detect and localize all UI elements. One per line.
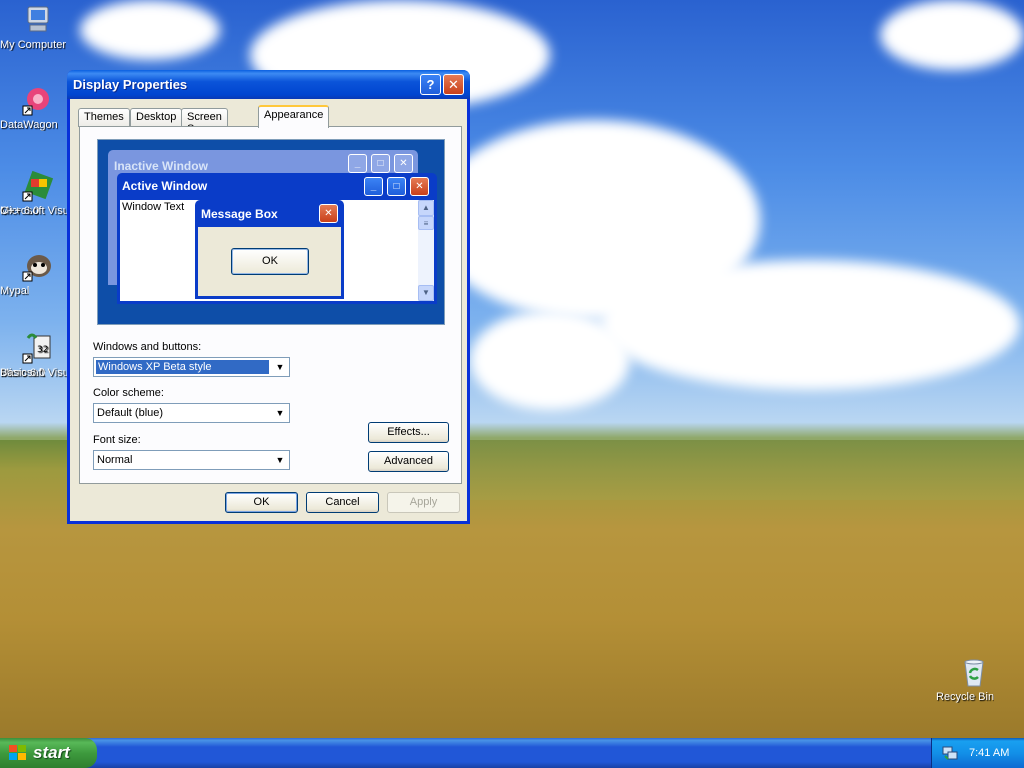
color-scheme-value: Default (blue): [97, 407, 164, 419]
maximize-icon: □: [371, 154, 390, 173]
desktop-icon-label: Basic 6.0: [0, 367, 46, 379]
window-text: Window Text: [122, 201, 185, 213]
cloud: [880, 0, 1024, 70]
window-title: Display Properties: [73, 77, 188, 92]
network-icon[interactable]: [942, 745, 958, 764]
minimize-icon: _: [364, 177, 383, 196]
desktop-icon-recycle-bin[interactable]: Recycle Bin: [936, 656, 1012, 703]
windows-buttons-value: Windows XP Beta style: [96, 360, 269, 374]
desktop-icon-label: Mypal: [0, 285, 30, 297]
desktop-icon-visual-basic[interactable]: 32 Microsoft Visu Basic 6.0: [0, 332, 76, 379]
color-scheme-label: Color scheme:: [93, 387, 164, 399]
windows-buttons-label: Windows and buttons:: [93, 341, 202, 353]
desktop-icon-datawagon[interactable]: DataWagon: [0, 84, 76, 131]
chevron-down-icon: ▼: [275, 362, 285, 372]
tab-screen-saver[interactable]: Screen Saver: [181, 108, 228, 135]
display-properties-window: Display Properties ? ✕ Themes Desktop Sc…: [67, 70, 470, 524]
visual-cpp-icon: [22, 170, 54, 202]
start-button[interactable]: start: [0, 738, 97, 768]
chevron-down-icon: ▼: [275, 455, 285, 465]
close-icon: ✕: [410, 177, 429, 196]
font-size-value: Normal: [97, 454, 133, 466]
datawagon-icon: [22, 84, 54, 116]
cancel-button[interactable]: Cancel: [306, 492, 379, 513]
close-button[interactable]: ✕: [443, 74, 464, 95]
cloud: [600, 260, 1020, 390]
cloud: [470, 310, 630, 410]
desktop-icon-label: C++ 6.0: [0, 205, 40, 217]
color-scheme-select[interactable]: Default (blue) ▼: [93, 403, 290, 423]
title-bar[interactable]: Display Properties ? ✕: [67, 70, 470, 99]
desktop-icon-visual-cpp[interactable]: Microsoft Visu C++ 6.0: [0, 170, 76, 217]
maximize-icon: □: [387, 177, 406, 196]
svg-text:32: 32: [37, 345, 48, 355]
apply-button[interactable]: Apply: [387, 492, 460, 513]
scroll-up-icon: ▲: [418, 200, 434, 216]
advanced-button[interactable]: Advanced: [368, 451, 449, 472]
mypal-icon: [22, 250, 54, 282]
my-computer-icon: [22, 4, 54, 36]
appearance-preview: Inactive Window _ □ ✕ Active Window _ □ …: [97, 139, 445, 325]
message-box-title: Message Box: [201, 207, 278, 221]
close-icon: ✕: [448, 77, 459, 92]
tab-desktop[interactable]: Desktop: [130, 108, 183, 127]
appearance-panel: Inactive Window _ □ ✕ Active Window _ □ …: [79, 126, 462, 484]
windows-buttons-select[interactable]: Windows XP Beta style ▼: [93, 357, 290, 377]
preview-message-box: Message Box ✕ OK: [195, 200, 344, 299]
close-icon: ✕: [319, 204, 338, 223]
desktop-icon-label: Recycle Bin: [936, 691, 995, 703]
tab-themes[interactable]: Themes: [78, 108, 130, 127]
message-box-ok-button: OK: [231, 248, 309, 275]
ok-button[interactable]: OK: [225, 492, 298, 513]
desktop-icon-mypal[interactable]: Mypal: [0, 250, 76, 297]
visual-basic-icon: 32: [22, 332, 54, 364]
desktop-icon-label: DataWagon: [0, 119, 58, 131]
scroll-down-icon: ▼: [418, 285, 434, 301]
taskbar: start 7:41 AM: [0, 738, 1024, 768]
desktop-icon-my-computer[interactable]: My Computer: [0, 4, 76, 51]
windows-flag-icon: [9, 745, 27, 762]
tab-appearance[interactable]: Appearance: [258, 105, 330, 128]
start-label: start: [33, 743, 70, 762]
scroll-thumb: ≡: [418, 216, 434, 230]
clock[interactable]: 7:41 AM: [969, 747, 1009, 759]
font-size-label: Font size:: [93, 434, 141, 446]
hills: [470, 440, 1024, 500]
help-button[interactable]: ?: [420, 74, 441, 95]
preview-scrollbar: ▲ ≡ ▼: [418, 200, 434, 301]
recycle-bin-icon: [958, 656, 990, 688]
font-size-select[interactable]: Normal ▼: [93, 450, 290, 470]
active-window-title: Active Window: [122, 179, 208, 193]
effects-button[interactable]: Effects...: [368, 422, 449, 443]
minimize-icon: _: [348, 154, 367, 173]
cloud: [80, 0, 220, 60]
message-box-client: OK: [198, 227, 341, 296]
system-tray: 7:41 AM: [931, 738, 1024, 768]
help-icon: ?: [426, 77, 435, 92]
close-icon: ✕: [394, 154, 413, 173]
chevron-down-icon: ▼: [275, 408, 285, 418]
inactive-window-title: Inactive Window: [114, 159, 208, 173]
desktop-icon-label: My Computer: [0, 39, 67, 51]
